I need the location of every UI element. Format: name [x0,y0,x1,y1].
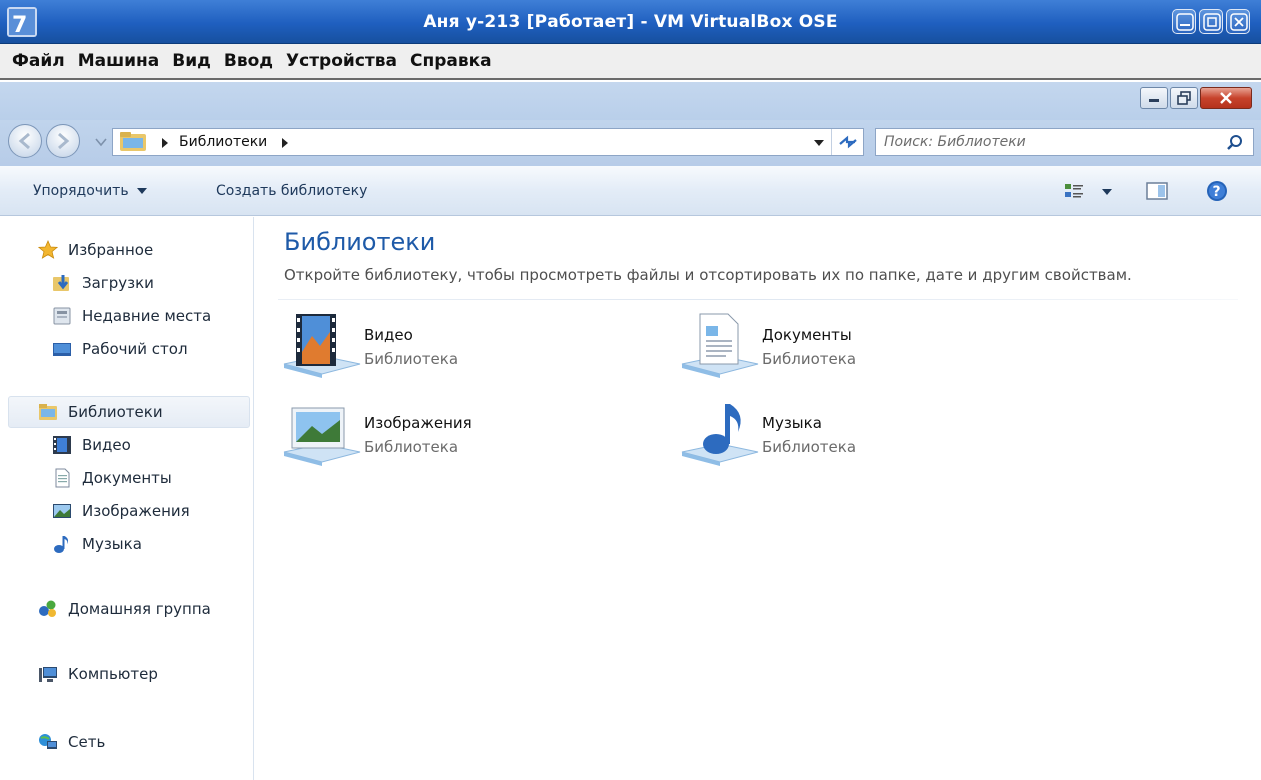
library-type: Библиотека [762,438,857,456]
search-icon[interactable] [1226,134,1244,152]
navigation-pane: Избранное Загрузки Недавние места Рабочи… [0,217,254,780]
vbox-close-button[interactable] [1226,9,1250,34]
vbox-window-title: Аня у-213 [Работает] - VM VirtualBox OSE [423,12,838,32]
content-pane [255,217,1261,780]
vbox-title-bar[interactable]: 7 Аня у-213 [Работает] - VM VirtualBox O… [0,0,1261,44]
recent-places-icon [53,307,71,325]
forward-button[interactable] [46,124,80,158]
breadcrumb-libraries[interactable]: Библиотеки [179,134,267,150]
view-dropdown-icon[interactable] [1102,188,1112,196]
breadcrumb-arrow-icon[interactable] [161,138,169,148]
menu-machine[interactable]: Машина [78,51,160,71]
vbox-maximize-button[interactable] [1199,9,1223,34]
library-tile-video[interactable]: Видео Библиотека [282,312,582,382]
network-icon [39,734,57,749]
search-input[interactable] [882,131,1212,153]
breadcrumb-arrow-icon[interactable] [281,138,289,148]
menu-help[interactable]: Справка [410,51,492,71]
library-type: Библиотека [364,350,459,368]
organize-button[interactable]: Упорядочить [33,183,148,199]
library-name: Документы [762,326,852,344]
pictures-library-icon [283,407,361,466]
header-divider [278,299,1238,300]
music-note-icon [54,536,69,553]
address-dropdown-icon[interactable] [813,139,825,147]
back-button[interactable] [8,124,42,158]
explorer-close-button[interactable] [1200,87,1252,109]
svg-text:?: ? [1213,184,1221,200]
library-name: Изображения [364,414,472,432]
video-icon [53,436,71,454]
forward-arrow-icon [58,132,70,150]
page-description: Откройте библиотеку, чтобы просмотреть ф… [284,266,1132,284]
menu-view[interactable]: Вид [172,51,211,71]
explorer-caption-bar [0,82,1261,120]
library-type: Библиотека [762,350,857,368]
back-arrow-icon [18,132,30,150]
recent-pages-chevron-icon[interactable] [94,136,108,148]
address-row: Библиотеки [0,120,1261,166]
documents-icon [55,468,70,488]
help-icon[interactable]: ? [1206,180,1228,202]
computer-icon [39,667,57,682]
preview-pane-icon[interactable] [1146,182,1168,200]
page-title: Библиотеки [284,228,436,256]
refresh-icon[interactable] [837,132,859,152]
menu-input[interactable]: Ввод [224,51,273,71]
music-library-icon [681,404,759,466]
address-box[interactable]: Библиотеки [112,128,864,156]
vbox-menu-bar: Файл Машина Вид Ввод Устройства Справка [0,44,1261,80]
libraries-folder-icon [120,132,146,151]
library-tile-documents[interactable]: Документы Библиотека [680,312,980,382]
desktop-icon [53,343,71,356]
vbox-minimize-button[interactable] [1172,9,1196,34]
library-tile-pictures[interactable]: Изображения Библиотека [282,400,582,470]
explorer-restore-button[interactable] [1170,87,1198,109]
documents-library-icon [681,313,759,378]
library-tile-music[interactable]: Музыка Библиотека [680,400,980,470]
video-library-icon [283,314,361,378]
library-name: Музыка [762,414,822,432]
explorer-minimize-button[interactable] [1140,87,1168,109]
change-view-icon[interactable] [1064,182,1084,200]
downloads-folder-icon [53,275,69,291]
library-type: Библиотека [364,438,459,456]
create-library-button[interactable]: Создать библиотеку [216,183,367,199]
organize-dropdown-icon [137,188,148,194]
search-box[interactable] [875,128,1254,156]
homegroup-icon [39,600,56,617]
menu-file[interactable]: Файл [12,51,65,71]
libraries-folder-icon [39,404,57,420]
star-icon [38,240,58,259]
command-toolbar: Упорядочить Создать библиотеку ? [0,166,1261,216]
pictures-icon [53,504,71,518]
organize-label: Упорядочить [33,183,129,199]
library-name: Видео [364,326,413,344]
menu-devices[interactable]: Устройства [286,51,397,71]
